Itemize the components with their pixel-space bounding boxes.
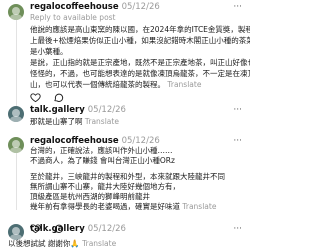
- comment-item: regalocoffeehouse 05/12/26 ··· Reply to a…: [8, 2, 250, 103]
- comment-author[interactable]: talk.gallery 05/12/26: [30, 224, 126, 235]
- more-options-icon[interactable]: ···: [233, 105, 242, 115]
- translate-link[interactable]: Translate: [167, 80, 201, 89]
- comment-actions: [30, 91, 76, 103]
- comment-date: 05/12/26: [121, 136, 160, 146]
- comment-date: 05/12/26: [121, 2, 160, 12]
- more-options-icon[interactable]: ···: [233, 136, 242, 146]
- comment-item: regalocoffeehouse 05/12/26 ··· 台灣的，正確說法，應…: [8, 136, 244, 233]
- translate-link[interactable]: Translate: [85, 117, 119, 126]
- comment-body: 以後想試試 謝謝你🙏 Translate: [8, 239, 117, 248]
- comment-body: 那就是山寨了啊 Translate: [30, 117, 119, 126]
- comment-author[interactable]: regalocoffeehouse 05/12/26: [30, 2, 160, 13]
- comment-author[interactable]: talk.gallery 05/12/26: [30, 105, 126, 116]
- more-options-icon[interactable]: ···: [233, 224, 242, 234]
- comment-icon[interactable]: [53, 92, 64, 103]
- comment-date: 05/12/26: [87, 224, 126, 234]
- more-options-icon[interactable]: ···: [233, 2, 242, 12]
- heart-icon[interactable]: [30, 92, 41, 103]
- comment-body: 他說的應該是高山東窯的陳以國，在2024年拿的ITCE金質獎，製程 上最後+松煙…: [30, 25, 250, 89]
- comment-date: 05/12/26: [87, 105, 126, 115]
- translate-link[interactable]: Translate: [82, 239, 116, 248]
- translate-link[interactable]: Translate: [182, 202, 216, 211]
- comment-item: talk.gallery 05/12/26 ··· 那就是山寨了啊 Transla…: [8, 105, 244, 135]
- comment-thread: regalocoffeehouse 05/12/26 ··· Reply to a…: [0, 0, 250, 250]
- reply-context[interactable]: Reply to available post: [30, 13, 116, 23]
- comment-body: 台灣的，正確說法，應該叫作外山小種…… 不過商人，為了賺錢 會叫台灣正山小種OR…: [30, 146, 225, 211]
